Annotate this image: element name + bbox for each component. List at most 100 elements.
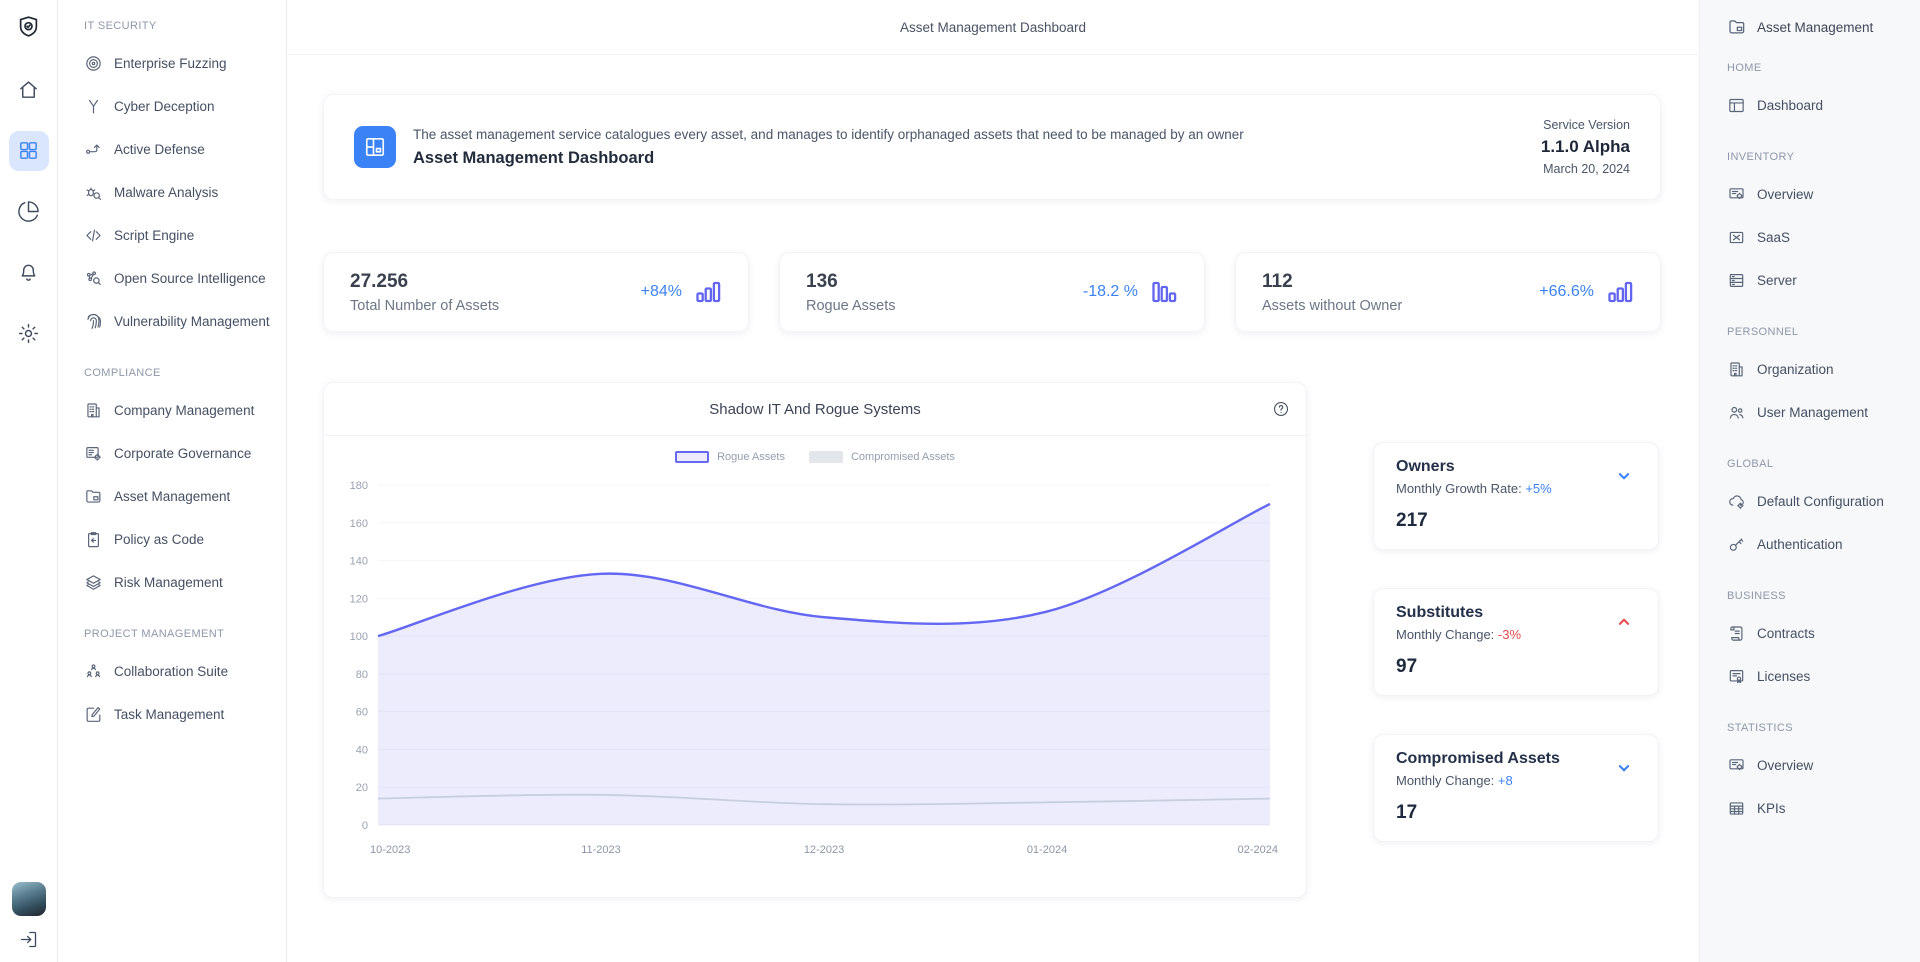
sidebar-item-label: Malware Analysis — [114, 185, 218, 200]
section-label-business: BUSINESS — [1727, 588, 1910, 604]
building-icon — [1727, 360, 1746, 379]
sidebar-item-open-source-intelligence[interactable]: Open Source Intelligence — [84, 257, 276, 300]
right-nav-item-licenses[interactable]: Licenses — [1727, 655, 1910, 698]
sidebar-item-enterprise-fuzzing[interactable]: Enterprise Fuzzing — [84, 42, 276, 85]
right-nav-item-saas[interactable]: SaaS — [1727, 216, 1910, 259]
banner: The asset management service catalogues … — [323, 94, 1661, 200]
side-cards: OwnersMonthly Growth Rate: +5%217Substit… — [1373, 442, 1659, 842]
summary-card-sub-value: +5% — [1525, 481, 1551, 496]
logout-button[interactable] — [18, 929, 39, 950]
right-nav-item-server[interactable]: Server — [1727, 259, 1910, 302]
chart-title: Shadow IT And Rogue Systems — [709, 401, 921, 418]
rail-item-analytics[interactable] — [0, 181, 57, 242]
cloud-gear-icon — [1727, 492, 1746, 511]
svg-text:80: 80 — [356, 669, 368, 681]
sidebar-item-collaboration-suite[interactable]: Collaboration Suite — [84, 650, 276, 693]
stat-change: +66.6% — [1539, 283, 1594, 301]
target-icon — [84, 54, 103, 73]
rail-item-notifications[interactable] — [0, 242, 57, 303]
sidebar-item-company-management[interactable]: Company Management — [84, 389, 276, 432]
summary-card-title: Compromised Assets — [1396, 750, 1636, 768]
svg-text:20: 20 — [356, 782, 368, 794]
dashboard-icon — [1727, 96, 1746, 115]
right-nav-item-user-management[interactable]: User Management — [1727, 391, 1910, 434]
banner-text: The asset management service catalogues … — [413, 127, 1244, 168]
key-icon — [1727, 535, 1746, 554]
sidebar-item-risk-management[interactable]: Risk Management — [84, 561, 276, 604]
sidebar-item-policy-as-code[interactable]: Policy as Code — [84, 518, 276, 561]
right-nav-item-dashboard[interactable]: Dashboard — [1727, 84, 1910, 127]
right-nav-item-contracts[interactable]: Contracts — [1727, 612, 1910, 655]
sidebar-item-label: Task Management — [114, 707, 224, 722]
section-label-it-security: IT SECURITY — [84, 18, 276, 34]
section-label-project-management: PROJECT MANAGEMENT — [84, 626, 276, 642]
svg-text:100: 100 — [350, 631, 368, 643]
sidebar-item-script-engine[interactable]: Script Engine — [84, 214, 276, 257]
sidebar-item-corporate-governance[interactable]: Corporate Governance — [84, 432, 276, 475]
sidebar-item-cyber-deception[interactable]: Cyber Deception — [84, 85, 276, 128]
chevron-up-icon[interactable] — [1612, 613, 1636, 631]
chart-header: Shadow IT And Rogue Systems — [324, 383, 1306, 436]
content-row: Shadow IT And Rogue Systems Rogue Assets… — [323, 382, 1661, 898]
banner-description: The asset management service catalogues … — [413, 127, 1244, 142]
stat-card-assets-without-owner: 112Assets without Owner +66.6% — [1235, 252, 1661, 332]
scroll-icon — [1727, 624, 1746, 643]
stat-text: 112Assets without Owner — [1262, 271, 1402, 314]
right-nav-item-authentication[interactable]: Authentication — [1727, 523, 1910, 566]
logout-icon — [18, 929, 39, 950]
sidebar-item-task-management[interactable]: Task Management — [84, 693, 276, 736]
chevron-down-icon[interactable] — [1612, 759, 1636, 777]
user-avatar[interactable] — [12, 882, 46, 916]
sidebar-item-label: Policy as Code — [114, 532, 204, 547]
stat-card-rogue-assets: 136Rogue Assets-18.2 % — [779, 252, 1205, 332]
right-nav-item-label: Dashboard — [1757, 98, 1823, 113]
summary-card-value: 17 — [1396, 802, 1636, 824]
rail-item-home[interactable] — [0, 59, 57, 120]
right-nav-item-organization[interactable]: Organization — [1727, 348, 1910, 391]
chart-card: Shadow IT And Rogue Systems Rogue Assets… — [323, 382, 1307, 898]
right-nav-item-kpis[interactable]: KPIs — [1727, 787, 1910, 830]
app-logo — [15, 14, 42, 41]
folder-icon — [1727, 17, 1747, 37]
left-sidebar: IT SECURITY Enterprise FuzzingCyber Decep… — [58, 0, 287, 962]
chevron-down-icon[interactable] — [1612, 467, 1636, 485]
svg-text:160: 160 — [350, 518, 368, 530]
sidebar-item-label: Collaboration Suite — [114, 664, 228, 679]
right-nav-item-overview[interactable]: Overview — [1727, 173, 1910, 216]
rail-item-settings[interactable] — [0, 303, 57, 364]
svg-text:01-2024: 01-2024 — [1027, 844, 1067, 856]
right-nav-item-label: Licenses — [1757, 669, 1810, 684]
right-nav-item-default-configuration[interactable]: Default Configuration — [1727, 480, 1910, 523]
shield-check-icon — [15, 14, 42, 41]
branch-icon — [84, 97, 103, 116]
help-icon[interactable] — [1272, 400, 1290, 418]
right-nav-item-label: Contracts — [1757, 626, 1815, 641]
legend-item-compromised-assets[interactable]: Compromised Assets — [809, 451, 955, 463]
sidebar-item-active-defense[interactable]: Active Defense — [84, 128, 276, 171]
rail-item-apps[interactable] — [0, 120, 57, 181]
legend-item-rogue-assets[interactable]: Rogue Assets — [675, 451, 785, 463]
bars-up-icon — [1607, 280, 1634, 304]
sidebar-item-label: Script Engine — [114, 228, 194, 243]
grid-icon — [17, 139, 40, 162]
chart-canvas: 02040608010012014016018010-202311-202312… — [344, 469, 1286, 869]
pie-icon — [17, 200, 40, 223]
stat-change: +84% — [641, 283, 682, 301]
right-nav-item-label: KPIs — [1757, 801, 1786, 816]
summary-card-subtitle: Monthly Growth Rate: +5% — [1396, 481, 1636, 496]
stat-card-total-number-of-assets: 27.256Total Number of Assets +84% — [323, 252, 749, 332]
stat-trend: +84% — [641, 280, 722, 304]
svg-text:140: 140 — [350, 556, 368, 568]
right-nav-item-overview[interactable]: Overview — [1727, 744, 1910, 787]
sidebar-item-asset-management[interactable]: Asset Management — [84, 475, 276, 518]
sidebar-item-malware-analysis[interactable]: Malware Analysis — [84, 171, 276, 214]
stat-text: 27.256Total Number of Assets — [350, 271, 499, 314]
legend-swatch-compromised — [809, 451, 843, 463]
legend-label: Rogue Assets — [717, 451, 785, 463]
svg-text:180: 180 — [350, 480, 368, 492]
bars-down-icon — [1151, 280, 1178, 304]
right-nav-item-label: User Management — [1757, 405, 1868, 420]
screen-gear-icon — [1727, 756, 1746, 775]
sidebar-item-vulnerability-management[interactable]: Vulnerability Management — [84, 300, 276, 343]
svg-text:12-2023: 12-2023 — [804, 844, 844, 856]
